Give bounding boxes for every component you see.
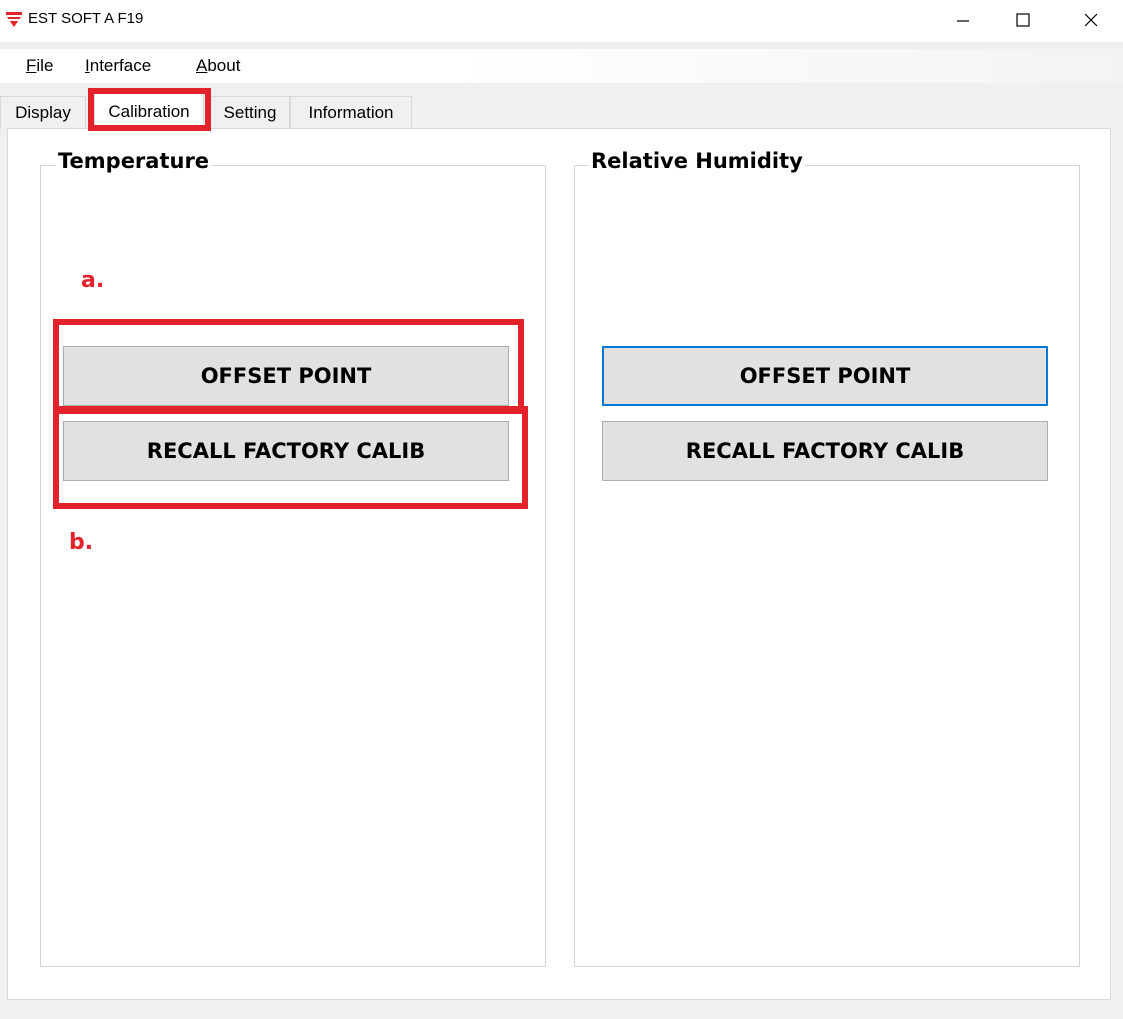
annotation-a: a.: [81, 268, 105, 293]
menu-interface-label: nterface: [89, 56, 152, 75]
minimize-icon: [957, 20, 969, 22]
menu-file-label: ile: [36, 56, 54, 75]
tab-calibration[interactable]: Calibration: [94, 93, 204, 130]
temperature-recall-factory-calib-button[interactable]: RECALL FACTORY CALIB: [63, 421, 509, 481]
tab-information[interactable]: Information: [290, 96, 412, 129]
temperature-offset-point-button[interactable]: OFFSET POINT: [63, 346, 509, 406]
menu-file-mnemonic: F: [26, 56, 37, 75]
humidity-offset-point-button[interactable]: OFFSET POINT: [602, 346, 1048, 406]
tab-display[interactable]: Display: [0, 96, 86, 129]
close-icon: [1084, 13, 1098, 27]
humidity-recall-factory-calib-button[interactable]: RECALL FACTORY CALIB: [602, 421, 1048, 481]
temperature-group-title: Temperature: [56, 149, 212, 173]
menu-about-mnemonic: A: [196, 56, 208, 75]
window-title: EST SOFT A F19: [28, 10, 144, 27]
temperature-groupbox: [40, 165, 546, 967]
tab-information-label: Information: [308, 103, 394, 122]
relative-humidity-group-title: Relative Humidity: [589, 149, 805, 173]
app-logo-icon: [6, 12, 22, 27]
menu-file[interactable]: File: [26, 56, 53, 76]
maximize-icon: [1016, 13, 1030, 27]
menu-interface[interactable]: Interface: [85, 56, 151, 76]
minimize-button[interactable]: [940, 0, 986, 40]
title-bar: EST SOFT A F19: [0, 0, 1123, 42]
tab-strip: Display Calibration Setting Information: [0, 93, 420, 130]
tab-calibration-label: Calibration: [108, 102, 190, 121]
tab-setting[interactable]: Setting: [210, 96, 290, 129]
menu-about-label: bout: [207, 56, 241, 75]
maximize-button[interactable]: [1000, 0, 1046, 40]
close-button[interactable]: [1068, 0, 1114, 40]
status-bar: [7, 1000, 1111, 1019]
relative-humidity-groupbox: [574, 165, 1080, 967]
menu-about[interactable]: About: [196, 56, 240, 76]
menu-bar: File Interface About: [0, 49, 1123, 83]
tab-display-label: Display: [15, 103, 71, 122]
tab-setting-label: Setting: [223, 103, 277, 122]
annotation-b: b.: [69, 530, 94, 555]
